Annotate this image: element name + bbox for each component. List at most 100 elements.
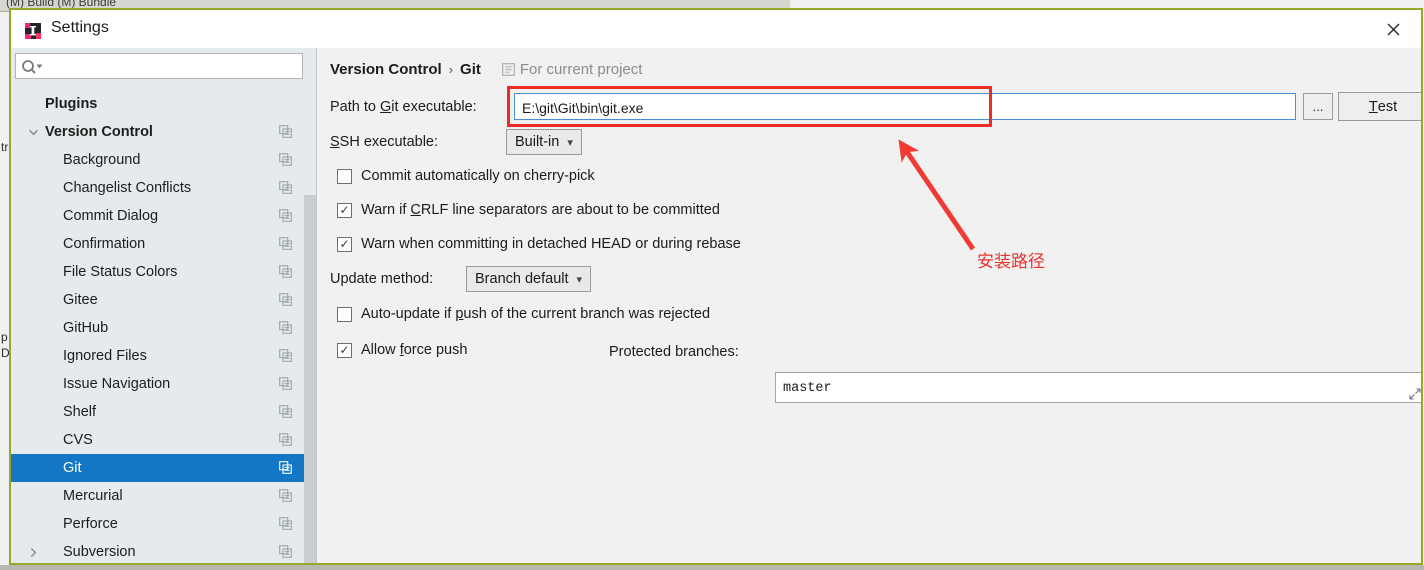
sidebar-item-background[interactable]: Background — [11, 146, 316, 174]
sidebar-item-commit-dialog[interactable]: Commit Dialog — [11, 202, 316, 230]
sidebar-item-label: Plugins — [45, 96, 98, 112]
auto-update-rejected-label: Auto-update if push of the current branc… — [361, 306, 711, 322]
breadcrumb-current: Git — [460, 61, 481, 78]
sidebar-item-label: GitHub — [63, 320, 109, 336]
path-to-git-input[interactable] — [520, 94, 1291, 121]
sidebar-item-shelf[interactable]: Shelf — [11, 398, 316, 426]
sidebar-item-git[interactable]: Git — [11, 454, 316, 482]
sidebar-item-confirmation[interactable]: Confirmation — [11, 230, 316, 258]
background-edge-text-1: tr — [1, 140, 9, 154]
sidebar-item-label: Commit Dialog — [63, 208, 159, 224]
checkbox-box: ✓ — [337, 236, 352, 252]
project-settings-icon — [279, 125, 292, 138]
project-settings-icon — [279, 349, 292, 362]
project-scope-indicator: For current project — [501, 61, 643, 78]
project-scope-label: For current project — [519, 61, 643, 78]
sidebar-scrollbar-thumb[interactable] — [304, 195, 316, 563]
sidebar-item-label: Shelf — [63, 404, 97, 420]
project-settings-icon — [279, 209, 292, 222]
allow-force-push-label: Allow force push — [361, 342, 468, 358]
chevron-down-icon[interactable] — [25, 127, 41, 138]
search-input[interactable] — [48, 57, 298, 77]
sidebar-item-label: Ignored Files — [63, 348, 147, 364]
chevron-down-icon: ▾ — [576, 273, 583, 286]
dialog-titlebar: Settings — [11, 10, 1421, 48]
warn-crlf-label: Warn if CRLF line separators are about t… — [361, 202, 720, 218]
project-settings-icon — [279, 433, 292, 446]
project-settings-icon — [279, 153, 292, 166]
breadcrumb-parent[interactable]: Version Control — [330, 61, 442, 78]
sidebar-scrollbar-track[interactable] — [304, 90, 316, 563]
sidebar-item-label: Changelist Conflicts — [63, 180, 192, 196]
protected-branches-input[interactable] — [781, 378, 1402, 399]
sidebar-item-label: Confirmation — [63, 236, 146, 252]
settings-content-pane: Version Control › Git For current projec… — [318, 48, 1421, 563]
sidebar-item-ignored-files[interactable]: Ignored Files — [11, 342, 316, 370]
background-edge-text-2: p — [1, 330, 8, 344]
search-icon — [21, 58, 45, 76]
warn-detached-head-checkbox[interactable]: ✓ Warn when committing in detached HEAD … — [337, 236, 741, 252]
ssh-executable-dropdown[interactable]: Built-in ▾ — [506, 129, 582, 155]
sidebar-item-version-control[interactable]: Version Control — [11, 118, 316, 146]
sidebar-item-subversion[interactable]: Subversion — [11, 538, 316, 563]
sidebar-item-label: Git — [63, 460, 82, 476]
sidebar-item-gitee[interactable]: Gitee — [11, 286, 316, 314]
chevron-right-icon[interactable] — [25, 547, 41, 558]
sidebar-item-cvs[interactable]: CVS — [11, 426, 316, 454]
sidebar-item-github[interactable]: GitHub — [11, 314, 316, 342]
checkbox-box — [337, 168, 352, 184]
sidebar-item-label: Mercurial — [63, 488, 123, 504]
browse-button[interactable]: ... — [1303, 93, 1333, 120]
sidebar-item-label: Perforce — [63, 516, 118, 532]
chevron-down-icon: ▾ — [567, 136, 573, 149]
allow-force-push-checkbox[interactable]: ✓ Allow force push — [337, 342, 467, 358]
sidebar-item-label: Issue Navigation — [63, 376, 171, 392]
update-method-dropdown[interactable]: Branch default ▾ — [466, 266, 592, 292]
path-to-git-field[interactable] — [514, 93, 1296, 121]
project-scope-icon — [501, 63, 515, 76]
warn-detached-head-label: Warn when committing in detached HEAD or… — [361, 236, 741, 252]
breadcrumb-separator: › — [448, 62, 454, 77]
checkbox-box: ✓ — [337, 202, 352, 218]
commit-on-cherry-pick-checkbox[interactable]: Commit automatically on cherry-pick — [337, 168, 595, 184]
intellij-idea-icon — [24, 22, 42, 40]
sidebar-item-label: Subversion — [63, 544, 136, 560]
settings-sidebar: Plugins Version Control Background Changeli… — [11, 48, 317, 563]
sidebar-item-label: Background — [63, 152, 141, 168]
project-settings-icon — [279, 181, 292, 194]
search-field[interactable] — [15, 53, 303, 79]
project-settings-icon — [279, 545, 292, 558]
ssh-executable-label: SSH executable: — [330, 134, 439, 150]
checkbox-box — [337, 306, 352, 322]
breadcrumb: Version Control › Git For current projec… — [330, 61, 642, 78]
protected-branches-label: Protected branches: — [609, 344, 739, 360]
warn-crlf-checkbox[interactable]: ✓ Warn if CRLF line separators are about… — [337, 202, 720, 218]
sidebar-item-issue-navigation[interactable]: Issue Navigation — [11, 370, 316, 398]
sidebar-item-label: File Status Colors — [63, 264, 178, 280]
auto-update-rejected-checkbox[interactable]: Auto-update if push of the current branc… — [337, 306, 710, 322]
project-settings-icon — [279, 489, 292, 502]
project-settings-icon — [279, 461, 292, 474]
protected-branches-field[interactable] — [775, 372, 1421, 403]
settings-dialog: Settings Plugins Version Control Backgroun… — [9, 8, 1423, 565]
sidebar-item-perforce[interactable]: Perforce — [11, 510, 316, 538]
sidebar-item-file-status-colors[interactable]: File Status Colors — [11, 258, 316, 286]
sidebar-item-label: CVS — [63, 432, 93, 448]
sidebar-item-plugins[interactable]: Plugins — [11, 90, 316, 118]
ssh-executable-value: Built-in — [515, 134, 560, 150]
sidebar-item-label: Version Control — [45, 124, 153, 140]
sidebar-item-mercurial[interactable]: Mercurial — [11, 482, 316, 510]
project-settings-icon — [279, 237, 292, 250]
sidebar-item-changelist-conflicts[interactable]: Changelist Conflicts — [11, 174, 316, 202]
project-settings-icon — [279, 377, 292, 390]
path-to-git-label: Path to Git executable: — [330, 99, 477, 115]
project-settings-icon — [279, 517, 292, 530]
close-icon[interactable] — [1371, 14, 1415, 44]
sidebar-item-label: Gitee — [63, 292, 98, 308]
resize-handle-icon[interactable] — [1409, 387, 1421, 400]
dialog-title: Settings — [51, 19, 109, 36]
project-settings-icon — [279, 405, 292, 418]
settings-tree: Plugins Version Control Background Changeli… — [11, 90, 316, 563]
project-settings-icon — [279, 293, 292, 306]
test-button[interactable]: Test — [1338, 92, 1421, 121]
